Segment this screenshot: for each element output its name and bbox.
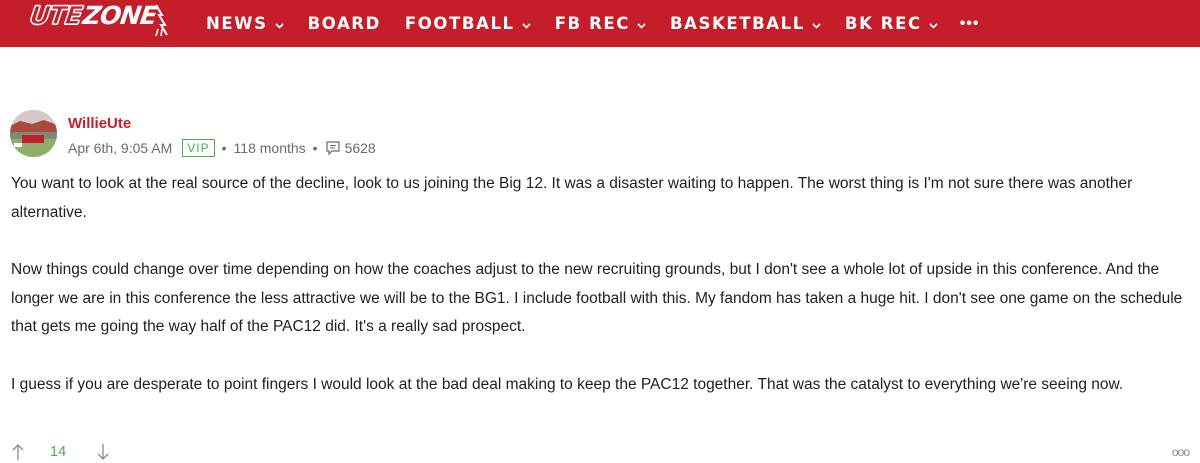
top-nav-bar: UTE ZONE NEWS BOARD FOOTBALL FB REC BASK…	[0, 0, 1200, 47]
post-options-menu[interactable]: ooo	[1172, 445, 1190, 459]
member-tenure: 118 months	[233, 140, 306, 156]
nav-board-label: BOARD	[307, 14, 381, 33]
vip-badge: VIP	[182, 139, 215, 157]
nav-football[interactable]: FOOTBALL	[405, 14, 531, 33]
nav-basketball-label: BASKETBALL	[669, 14, 805, 33]
post-actions: 14 ooo	[11, 441, 1190, 463]
separator-dot: •	[312, 140, 318, 156]
post-author[interactable]: WillieUte	[68, 115, 131, 132]
site-logo[interactable]: UTE ZONE	[27, 0, 169, 43]
nav-news-label: NEWS	[206, 14, 268, 33]
separator-dot: •	[221, 140, 227, 156]
vote-score: 14	[50, 444, 67, 460]
post-body: You want to look at the real source of t…	[11, 170, 1186, 428]
upvote-arrow-icon[interactable]	[11, 443, 25, 461]
logo-text-zone: ZONE	[81, 1, 159, 30]
chevron-down-icon	[929, 14, 938, 33]
chevron-down-icon	[637, 14, 646, 33]
avatar[interactable]	[10, 110, 57, 157]
chevron-down-icon	[275, 14, 284, 33]
chevron-down-icon	[812, 14, 821, 33]
chevron-down-icon	[522, 14, 531, 33]
nav-more-menu[interactable]: •••	[960, 15, 980, 33]
nav-bk-rec-label: BK REC	[844, 14, 922, 33]
post-meta: Apr 6th, 9:05 AM VIP • 118 months • 5628	[68, 139, 376, 157]
logo-text-ute: UTE	[27, 0, 84, 30]
nav-board[interactable]: BOARD	[308, 14, 381, 33]
nav-fb-rec-label: FB REC	[554, 14, 630, 33]
nav-football-label: FOOTBALL	[404, 14, 515, 33]
post-timestamp: Apr 6th, 9:05 AM	[68, 140, 173, 156]
downvote-arrow-icon[interactable]	[96, 443, 110, 461]
message-icon	[325, 140, 341, 156]
post-paragraph: Now things could change over time depend…	[11, 261, 1183, 335]
post-paragraph: I guess if you are desperate to point fi…	[11, 375, 1124, 393]
nav-fb-rec[interactable]: FB REC	[555, 14, 646, 33]
nav-basketball[interactable]: BASKETBALL	[670, 14, 821, 33]
post-paragraph: You want to look at the real source of t…	[11, 175, 1133, 221]
message-count: 5628	[344, 140, 376, 156]
nav-news[interactable]: NEWS	[206, 14, 284, 33]
main-nav: NEWS BOARD FOOTBALL FB REC BASKETBALL BK…	[206, 0, 980, 47]
nav-bk-rec[interactable]: BK REC	[845, 14, 938, 33]
